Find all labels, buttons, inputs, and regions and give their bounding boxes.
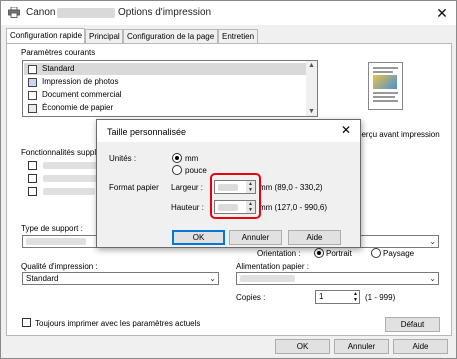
- copies-value: 1: [319, 292, 324, 301]
- feature-checkbox[interactable]: [28, 174, 37, 183]
- spin-down-icon[interactable]: ▼: [353, 297, 358, 303]
- preview-line: [373, 67, 398, 69]
- copies-label: Copies :: [236, 293, 266, 302]
- preview-label: perçu avant impression: [357, 130, 440, 139]
- feature-label-redacted: [43, 175, 98, 182]
- width-label: Largeur :: [171, 183, 204, 192]
- feature-checkbox[interactable]: [28, 161, 37, 170]
- orientation-landscape-label: Paysage: [383, 249, 415, 258]
- width-range: mm (89,0 - 330,2): [259, 183, 323, 192]
- list-item[interactable]: Impression de photos: [24, 76, 306, 88]
- preview-line: [373, 96, 395, 98]
- orientation-portrait-radio[interactable]: [314, 248, 324, 258]
- orientation-label: Orientation :: [257, 249, 301, 258]
- print-preview-image: [368, 62, 403, 110]
- media-type-label: Type de support :: [21, 224, 83, 233]
- paper-size-select[interactable]: ⌄: [357, 235, 439, 248]
- paper-saving-icon: [28, 104, 37, 113]
- printer-name-redacted: [57, 8, 115, 18]
- always-print-label: Toujours imprimer avec les paramètres ac…: [35, 319, 201, 328]
- list-item-label: Standard: [42, 64, 75, 73]
- unit-inch-label: pouce: [185, 166, 207, 175]
- list-item[interactable]: Économie de papier: [24, 102, 306, 114]
- tab-main[interactable]: Principal: [85, 29, 123, 43]
- dialog-close-icon[interactable]: ✕: [341, 123, 351, 137]
- cancel-button[interactable]: Annuler: [334, 339, 389, 354]
- unit-mm-label: mm: [185, 154, 199, 163]
- list-item[interactable]: Standard: [24, 63, 306, 75]
- units-label: Unités :: [109, 154, 137, 163]
- list-item-label: Impression de photos: [42, 77, 119, 86]
- unit-inch-radio[interactable]: [172, 165, 182, 175]
- tab-quick-setup[interactable]: Configuration rapide: [6, 28, 85, 44]
- preview-photo: [373, 75, 397, 89]
- list-item-label: Économie de papier: [42, 103, 114, 112]
- printer-icon: [8, 7, 20, 18]
- height-range: mm (127,0 - 990,6): [259, 203, 328, 212]
- print-quality-value: Standard: [26, 274, 59, 283]
- copies-range: (1 - 999): [365, 293, 396, 302]
- photo-icon: [28, 78, 37, 87]
- unit-mm-radio[interactable]: [172, 153, 182, 163]
- media-type-value-redacted: [26, 238, 86, 245]
- help-button[interactable]: Aide: [393, 339, 448, 354]
- preview-line: [373, 71, 393, 73]
- current-settings-label: Paramètres courants: [21, 48, 96, 57]
- defaults-button[interactable]: Défaut: [385, 317, 440, 332]
- preview-line: [373, 100, 398, 102]
- feature-label-redacted: [43, 188, 95, 195]
- preview-line: [373, 92, 398, 94]
- always-print-checkbox[interactable]: [22, 318, 31, 327]
- list-item[interactable]: Document commercial: [24, 89, 306, 101]
- dialog-ok-button[interactable]: OK: [172, 230, 225, 245]
- dialog-title-bar: Taille personnalisée ✕: [97, 120, 360, 142]
- additional-features-label: Fonctionnalités supplé: [21, 148, 101, 157]
- list-item-label: Document commercial: [42, 90, 122, 99]
- tab-page-setup[interactable]: Configuration de la page: [123, 29, 218, 43]
- orientation-portrait-label: Portrait: [326, 249, 352, 258]
- tab-maintenance[interactable]: Entretien: [218, 29, 258, 43]
- highlight-frame: [210, 173, 261, 219]
- print-quality-label: Qualité d'impression :: [21, 262, 98, 271]
- copies-stepper[interactable]: 1 ▲ ▼: [315, 290, 360, 304]
- paper-format-label: Format papier: [109, 183, 159, 192]
- app-name: Canon: [26, 7, 56, 18]
- window-title: Options d'impression: [118, 7, 212, 18]
- business-document-icon: [28, 91, 37, 100]
- print-options-window: Canon Options d'impression ✕ Configurati…: [0, 0, 457, 359]
- chevron-down-icon: ⌄: [429, 274, 436, 283]
- feature-label-redacted: [43, 162, 98, 169]
- list-scrollbar[interactable]: ▲ ▼: [306, 61, 317, 116]
- current-settings-list[interactable]: Standard Impression de photos Document c…: [22, 60, 318, 117]
- paper-source-select[interactable]: ⌄: [236, 272, 439, 285]
- close-icon[interactable]: ✕: [433, 4, 451, 22]
- chevron-down-icon: ⌄: [209, 274, 216, 283]
- paper-source-label: Alimentation papier :: [236, 262, 309, 271]
- dialog-cancel-button[interactable]: Annuler: [229, 230, 282, 245]
- paper-source-value-redacted: [240, 275, 295, 282]
- scroll-up-icon[interactable]: ▲: [306, 62, 317, 69]
- document-icon: [28, 65, 37, 74]
- feature-checkbox[interactable]: [28, 187, 37, 196]
- ok-button[interactable]: OK: [275, 339, 330, 354]
- title-bar: Canon Options d'impression ✕: [1, 1, 456, 25]
- media-type-select[interactable]: [22, 235, 102, 248]
- scroll-down-icon[interactable]: ▼: [306, 108, 317, 115]
- dialog-help-button[interactable]: Aide: [288, 230, 341, 245]
- orientation-landscape-radio[interactable]: [371, 248, 381, 258]
- dialog-title: Taille personnalisée: [107, 127, 187, 137]
- chevron-down-icon: ⌄: [429, 237, 436, 246]
- height-label: Hauteur :: [171, 203, 204, 212]
- print-quality-select[interactable]: Standard ⌄: [22, 272, 219, 285]
